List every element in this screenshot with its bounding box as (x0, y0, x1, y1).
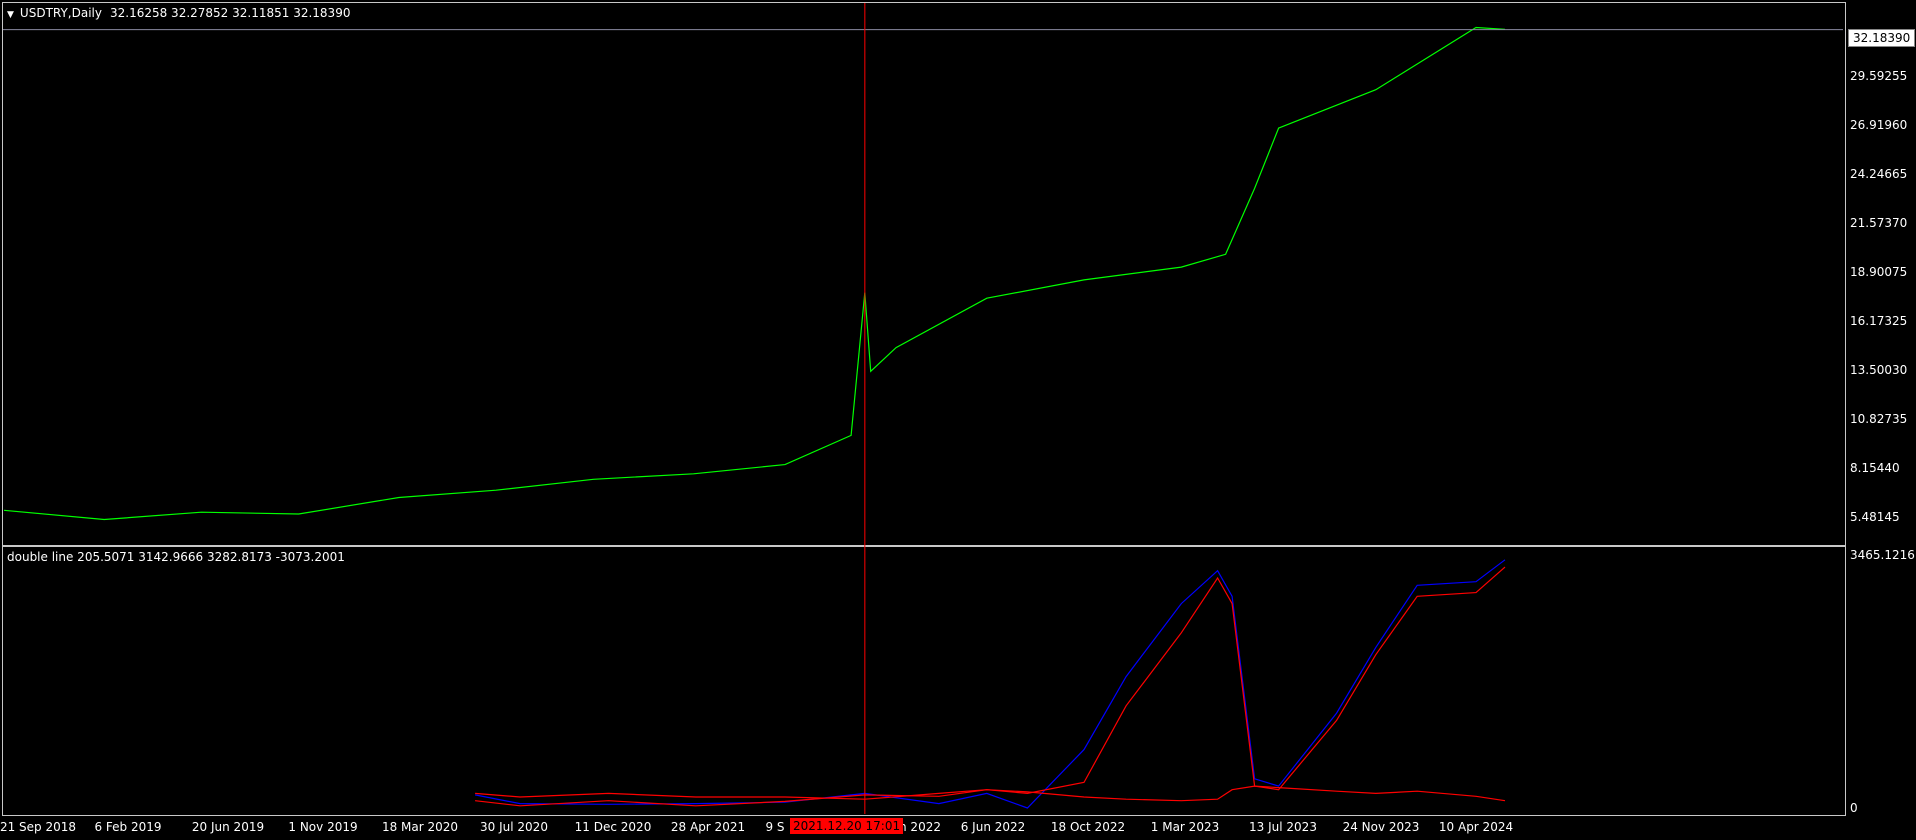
price-axis-label: 21.57370 (1850, 216, 1908, 230)
time-axis-label: 9 S (765, 820, 785, 834)
price-axis-label: 16.17325 (1850, 314, 1908, 328)
time-axis-label: 6 Jun 2022 (960, 820, 1026, 834)
indicator-blue-line (474, 559, 1506, 809)
time-axis-label: 1 Nov 2019 (288, 820, 358, 834)
price-axis-label: 5.48145 (1850, 510, 1900, 524)
time-axis-label: 24 Nov 2023 (1342, 820, 1420, 834)
time-axis-label: 18 Mar 2020 (381, 820, 459, 834)
time-axis-label: 10 Apr 2024 (1438, 820, 1514, 834)
price-line (3, 26, 1506, 521)
price-axis-label: 13.50030 (1850, 363, 1908, 377)
time-axis-label: 30 Jul 2020 (480, 820, 548, 834)
indicator-axis-zero: 0 (1850, 801, 1858, 815)
indicator-red-line-low (475, 785, 1506, 802)
indicator-red-line (475, 566, 1506, 807)
time-axis-label: 18 Oct 2022 (1050, 820, 1126, 834)
current-price-box: 32.18390 (1848, 29, 1916, 47)
price-axis-label: 18.90075 (1850, 265, 1908, 279)
time-axis-label: 6 Feb 2019 (94, 820, 162, 834)
indicator-axis-top: 3465.1216 (1850, 548, 1915, 562)
chart-canvas (3, 3, 1843, 814)
time-axis-label: 20 Jun 2019 (191, 820, 265, 834)
time-axis-label: 28 Apr 2021 (670, 820, 746, 834)
price-axis-label: 8.15440 (1850, 461, 1900, 475)
price-axis-label: 24.24665 (1850, 167, 1908, 181)
time-axis-label: 13 Jul 2023 (1249, 820, 1317, 834)
time-axis-label: 11 Dec 2020 (574, 820, 652, 834)
time-axis-label: 1 Mar 2023 (1150, 820, 1220, 834)
time-axis-label: 21 Sep 2018 (0, 820, 77, 834)
price-axis-label: 26.91960 (1850, 118, 1908, 132)
price-axis-label: 10.82735 (1850, 412, 1908, 426)
time-axis-label: n 2022 (899, 820, 941, 834)
price-axis-label: 29.59255 (1850, 69, 1908, 83)
crosshair-date-label: 2021.12.20 17:01 (790, 818, 904, 834)
